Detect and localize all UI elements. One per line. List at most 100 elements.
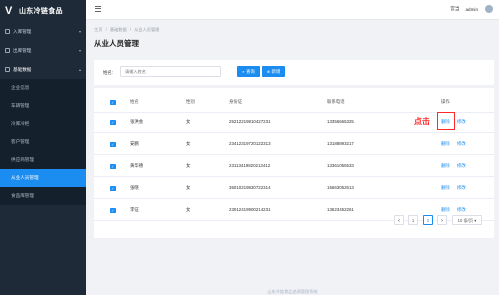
cell-ops: 删除 修改	[441, 177, 472, 199]
row-checkbox[interactable]: ✓	[110, 185, 116, 191]
plus-icon: ⊕	[266, 69, 271, 74]
edit-link[interactable]: 修改	[457, 163, 466, 168]
cell-ops: 删除 修改	[441, 133, 472, 155]
page-size-value: 10 条/页	[457, 218, 474, 223]
header-ops: 操作	[441, 99, 450, 104]
cell-gender: 女	[186, 141, 191, 146]
sidebar: V 山东冷链食品 入库管理 ▾ 出库管理 ▾ 基础数据 ▴ 企业信息 车辆管理 …	[0, 0, 86, 295]
account-name: admin	[465, 6, 478, 12]
menu-toggle-icon[interactable]	[95, 6, 101, 13]
search-icon: ⌕	[242, 69, 245, 74]
edit-link[interactable]: 修改	[457, 119, 466, 124]
cell-name: 黄华德	[130, 163, 144, 168]
table-row: ✓ 安鹏 女 23412319720122313 13188893217 删除 …	[94, 133, 494, 155]
cell-id-card: 35010219830722314	[229, 185, 271, 190]
prev-page-button[interactable]: <	[394, 215, 404, 225]
edit-link[interactable]: 修改	[457, 141, 466, 146]
delete-link[interactable]: 删除	[441, 141, 450, 146]
brand-name: 山东冷链食品	[19, 8, 63, 15]
sidebar-item-label: 基础数据	[13, 66, 32, 72]
user-menu[interactable]: 宫当 admin	[450, 5, 493, 13]
header-gender: 性别	[186, 99, 195, 104]
footer: 山东冷链食品追溯管理系统	[267, 289, 318, 294]
user-name: 宫当	[450, 6, 460, 11]
cell-gender: 女	[186, 185, 191, 190]
breadcrumb-separator: /	[105, 27, 107, 32]
sidebar-item-vehicles[interactable]: 车辆管理	[0, 97, 86, 115]
topbar: 宫当 admin	[86, 0, 499, 20]
sidebar-item-inbound[interactable]: 入库管理 ▾	[0, 22, 86, 41]
page-1-button[interactable]: 1	[408, 215, 418, 225]
click-annotation: 点击	[414, 117, 430, 126]
cell-gender: 女	[186, 207, 191, 212]
cell-id-card: 23113419820213412	[229, 163, 271, 168]
cell-phone: 15663052613	[327, 185, 354, 190]
sidebar-item-label: 出库管理	[13, 47, 32, 53]
breadcrumb: 主页 / 基础数据 / 从业人员管理	[94, 27, 161, 33]
edit-link[interactable]: 修改	[457, 207, 466, 212]
header-name: 姓名	[130, 99, 139, 104]
cell-id-card: 23412319720122313	[229, 141, 271, 146]
table-row: ✓ 张晓 女 35010219830722314 15663052613 删除 …	[94, 177, 494, 199]
search-input[interactable]	[120, 66, 221, 77]
chevron-down-icon: ▾	[474, 218, 477, 223]
table-row: ✓ 张洪会 女 25212219810427231 13356665325 删除…	[94, 111, 494, 133]
header-phone: 联系电话	[327, 99, 345, 104]
query-button[interactable]: ⌕ 查询	[237, 66, 260, 77]
search-panel: 姓名: ⌕ 查询 ⊕ 新增	[94, 60, 494, 85]
breadcrumb-current: 从业人员管理	[134, 27, 160, 32]
row-checkbox[interactable]: ✓	[110, 119, 116, 125]
sidebar-item-staff[interactable]: 从业人员管理	[0, 169, 86, 187]
delete-link[interactable]: 删除	[441, 185, 450, 190]
cell-gender: 女	[186, 119, 191, 124]
page-title: 从业人员管理	[94, 39, 139, 48]
cell-id-card: 25212219810427231	[229, 119, 271, 124]
inbound-icon	[5, 29, 10, 34]
avatar[interactable]	[485, 5, 493, 13]
database-icon	[5, 67, 10, 72]
sidebar-item-company-info[interactable]: 企业信息	[0, 79, 86, 97]
cell-name: 张洪会	[130, 119, 144, 124]
add-button[interactable]: ⊕ 新增	[262, 66, 285, 77]
search-label: 姓名:	[103, 70, 114, 75]
chevron-down-icon: ▾	[78, 48, 81, 53]
sidebar-item-food-library[interactable]: 食品库管理	[0, 187, 86, 205]
sidebar-item-customers[interactable]: 客户管理	[0, 133, 86, 151]
brand-logo-icon: V	[5, 5, 13, 17]
breadcrumb-home[interactable]: 主页	[94, 27, 102, 32]
cell-phone: 13361055533	[327, 163, 354, 168]
page-size-select[interactable]: 10 条/页 ▾	[452, 215, 482, 225]
chevron-up-icon: ▴	[78, 67, 81, 72]
cell-phone: 13188893217	[327, 141, 354, 146]
sidebar-item-suppliers[interactable]: 供应商管理	[0, 151, 86, 169]
sidebar-item-cold-storage[interactable]: 冷库冷柜	[0, 115, 86, 133]
sidebar-item-basic-data[interactable]: 基础数据 ▴	[0, 60, 86, 79]
table-row: ✓ 黄华德 女 23113419820213412 13361055533 删除…	[94, 155, 494, 177]
breadcrumb-basic-data[interactable]: 基础数据	[110, 27, 127, 32]
page-2-button[interactable]: 2	[423, 215, 433, 225]
cell-name: 张晓	[130, 185, 139, 190]
sidebar-submenu: 企业信息 车辆管理 冷库冷柜 客户管理 供应商管理 从业人员管理 食品库管理	[0, 79, 86, 205]
select-all-checkbox[interactable]: ✓	[110, 99, 116, 105]
breadcrumb-separator: /	[129, 27, 132, 32]
delete-highlight-box	[437, 112, 455, 130]
sidebar-item-outbound[interactable]: 出库管理 ▾	[0, 41, 86, 60]
edit-link[interactable]: 修改	[457, 185, 466, 190]
row-checkbox[interactable]: ✓	[110, 207, 116, 213]
row-checkbox[interactable]: ✓	[110, 163, 116, 169]
next-page-button[interactable]: >	[437, 215, 447, 225]
cell-name: 李征	[130, 207, 139, 212]
brand: V 山东冷链食品	[0, 0, 86, 22]
delete-link[interactable]: 删除	[441, 207, 450, 212]
add-button-label: 新增	[271, 68, 281, 74]
outbound-icon	[5, 48, 10, 53]
row-checkbox[interactable]: ✓	[110, 141, 116, 147]
cell-phone: 13356665325	[327, 119, 354, 124]
delete-link[interactable]: 删除	[441, 163, 450, 168]
table-row: ✓ 李征 女 23012419900214231 13623452261 删除 …	[94, 199, 494, 221]
sidebar-item-label: 入库管理	[13, 28, 32, 34]
table-header: ✓ 姓名 性别 身份证 联系电话 操作	[94, 91, 494, 113]
cell-id-card: 23012419900214231	[229, 207, 271, 212]
cell-ops: 删除 修改	[441, 155, 472, 177]
staff-table: ✓ 姓名 性别 身份证 联系电话 操作 ✓ 张洪会 女 252122198104…	[94, 88, 494, 238]
